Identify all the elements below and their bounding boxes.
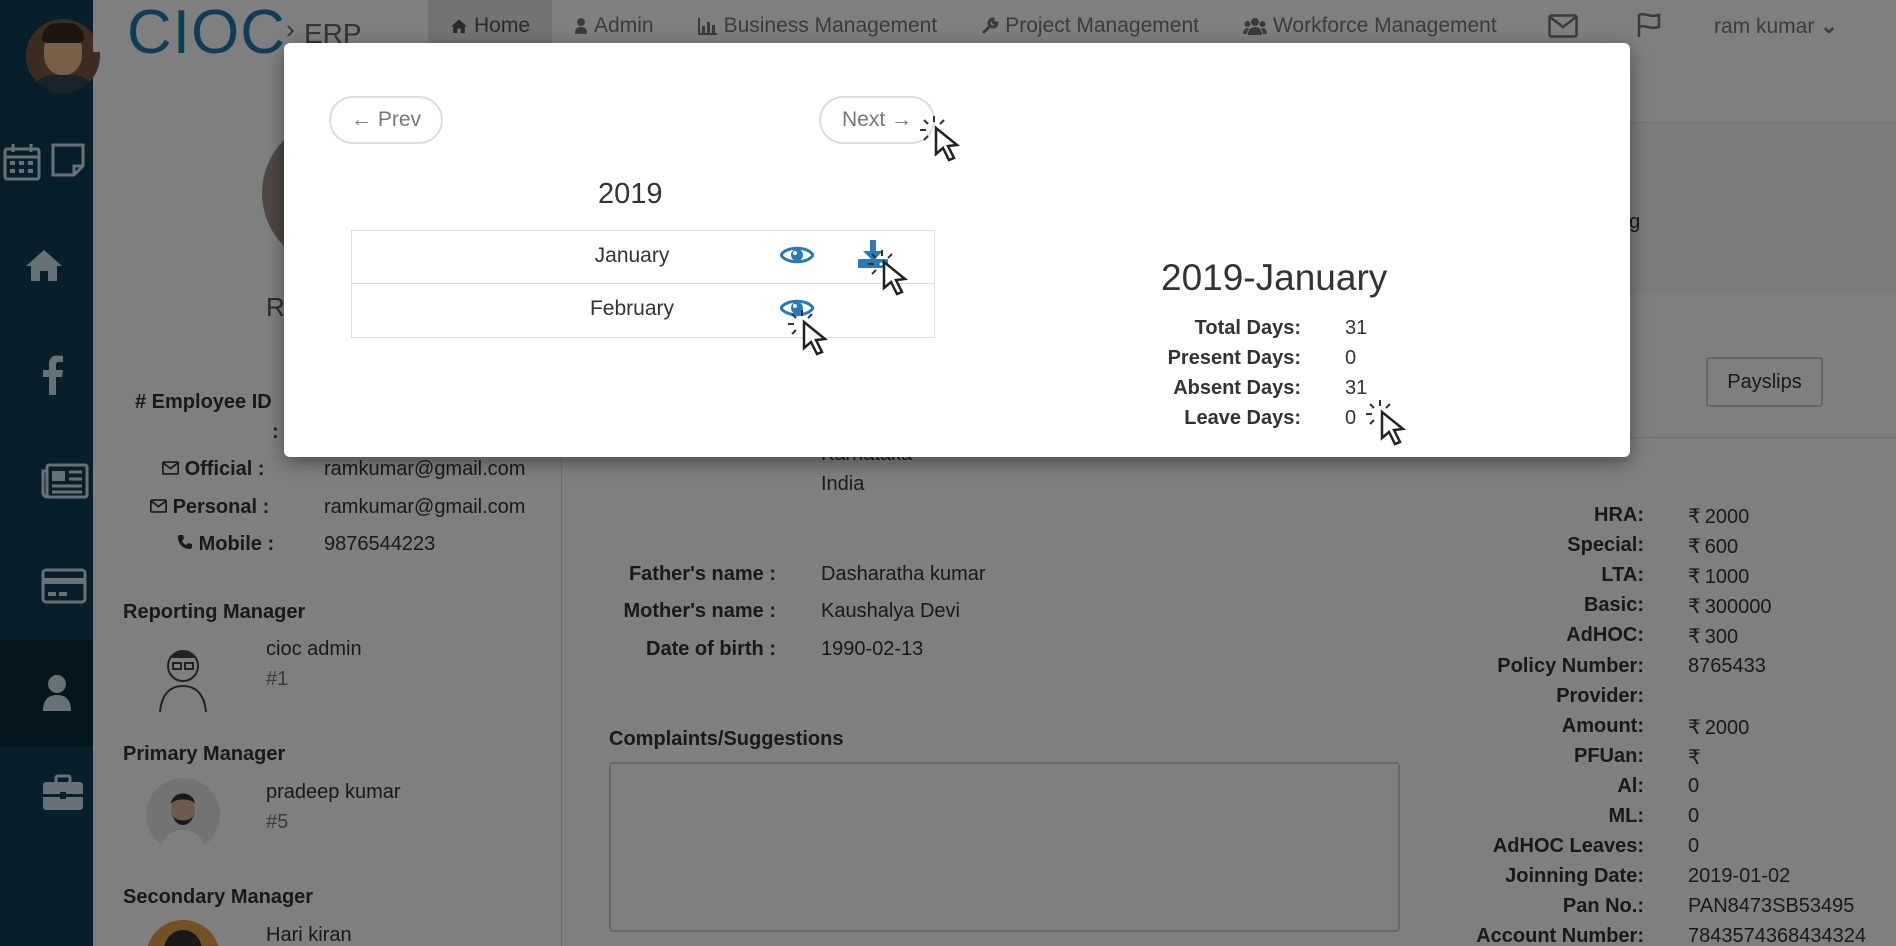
- year-heading: 2019: [598, 178, 663, 210]
- total-days-label: Total Days:: [1194, 317, 1301, 339]
- click-cursor-icon: [1366, 400, 1407, 446]
- months-table: January February: [351, 230, 935, 338]
- month-name: January: [594, 244, 670, 267]
- table-row: January: [352, 231, 934, 284]
- leave-days-value: 0: [1345, 407, 1357, 429]
- prev-button[interactable]: ← Prev: [329, 96, 443, 144]
- present-days-value: 0: [1345, 347, 1357, 369]
- summary-title: 2019-January: [1161, 257, 1388, 298]
- click-cursor-icon: [788, 310, 829, 356]
- leave-days-label: Leave Days:: [1184, 407, 1301, 429]
- table-row: February: [352, 284, 934, 337]
- click-cursor-icon: [920, 116, 961, 162]
- present-days-label: Present Days:: [1167, 347, 1301, 369]
- payslip-modal: ← Prev Next → 2019 January February 2019…: [284, 43, 1630, 457]
- total-days-value: 31: [1345, 317, 1368, 339]
- eye-icon[interactable]: [779, 243, 815, 272]
- absent-days-value: 31: [1345, 377, 1368, 399]
- absent-days-label: Absent Days:: [1173, 377, 1301, 399]
- click-cursor-icon: [868, 250, 909, 296]
- next-button[interactable]: Next →: [819, 96, 935, 144]
